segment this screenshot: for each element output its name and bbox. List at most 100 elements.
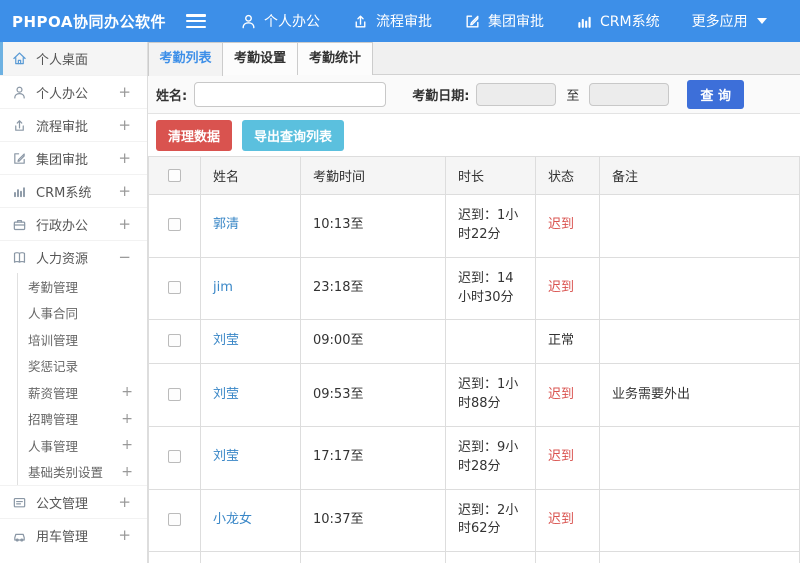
sidebar-subitem[interactable]: 考勤管理 [18, 273, 147, 300]
sidebar-subitem-label: 培训管理 [28, 332, 79, 348]
expand-icon[interactable]: + [118, 182, 137, 200]
table-row: 小龙女 10:37至 迟到：2小时62分 迟到 [148, 488, 800, 553]
column-header: 姓名 [200, 156, 301, 195]
topnav-item[interactable]: CRM系统 [576, 11, 660, 31]
status-badge: 迟到 [535, 194, 600, 258]
sidebar-subitem[interactable]: 奖惩记录 [18, 353, 147, 380]
row-checkbox[interactable] [168, 281, 181, 295]
expand-icon[interactable]: + [121, 437, 137, 453]
sidebar-subitem-label: 基础类别设置 [28, 465, 104, 481]
tab-attendance-list[interactable]: 考勤列表 [148, 42, 223, 76]
query-button[interactable]: 查 询 [687, 79, 744, 109]
duration-line: 迟到：1小时88分 [458, 377, 519, 412]
date-start-input[interactable] [476, 82, 557, 106]
attendance-time-cell: 10:37至 [300, 488, 446, 553]
topnav-item[interactable]: 集团审批 [464, 11, 544, 31]
row-checkbox[interactable] [168, 218, 181, 232]
home-icon [12, 51, 27, 66]
note-cell [599, 194, 800, 258]
sidebar-subitem-label: 奖惩记录 [28, 359, 79, 375]
sidebar-subitem[interactable]: 人事管理 + [18, 432, 147, 459]
briefcase-icon [12, 217, 27, 232]
export-list-button[interactable]: 导出查询列表 [242, 119, 345, 151]
duration-line: 迟到：14小时30分 [458, 270, 514, 305]
sidebar-subitem[interactable]: 人事合同 [18, 300, 147, 327]
caret-down-icon [755, 18, 767, 24]
row-checkbox[interactable] [168, 387, 181, 401]
date-label: 考勤日期: [412, 88, 470, 104]
sidebar-item[interactable]: 流程审批 + [0, 108, 147, 141]
tab-attendance-settings[interactable]: 考勤设置 [223, 42, 298, 75]
expand-icon[interactable]: + [121, 411, 137, 427]
expand-icon[interactable]: + [118, 83, 137, 101]
duration-line: 迟到：9小时28分 [458, 439, 519, 474]
topnav-item-label: 集团审批 [488, 14, 544, 30]
sidebar-subitem[interactable]: 招聘管理 + [18, 406, 147, 433]
note-cell [599, 256, 800, 321]
clear-data-button[interactable]: 清理数据 [156, 119, 233, 151]
sidebar-subitem-label: 招聘管理 [28, 412, 79, 428]
sidebar-item[interactable]: 人力资源 − [0, 240, 147, 273]
sidebar-item[interactable]: CRM系统 + [0, 174, 147, 207]
note-cell: 1111 [599, 551, 800, 563]
duration-cell: 迟到：2小时90分早退：7小时10分 [445, 551, 536, 563]
date-end-input[interactable] [589, 82, 670, 106]
attendance-time-cell: 09:00至 [300, 319, 446, 365]
topnav-item[interactable]: 更多应用 [692, 11, 767, 31]
status-badge: 迟到 [535, 425, 600, 490]
topnav-item[interactable]: 流程审批 [352, 11, 432, 31]
collapse-icon[interactable]: − [118, 248, 137, 266]
expand-icon[interactable]: + [118, 493, 137, 511]
attendance-time-cell: 23:18至 [300, 256, 446, 321]
sidebar-item[interactable]: 行政办公 + [0, 207, 147, 240]
sidebar-subitem[interactable]: 培训管理 [18, 326, 147, 353]
duration-cell: 迟到：9小时28分 [445, 425, 536, 490]
sidebar-item[interactable]: 用车管理 + [0, 518, 147, 551]
name-input[interactable] [194, 81, 387, 107]
edit-icon [12, 151, 27, 166]
status-badge: 迟到 [535, 363, 600, 427]
row-checkbox[interactable] [168, 334, 181, 348]
employee-name-link[interactable]: 刘莹 [213, 449, 239, 464]
topnav-item-label: 流程审批 [376, 14, 432, 30]
attendance-table: 姓名 考勤时间 时长 状态 备注 郭清 10:13至 迟到：1小时22分 迟到 jim 23:18… [148, 156, 800, 563]
attendance-time-cell: 17:17至 [300, 425, 446, 490]
topnav-item-label: CRM系统 [600, 14, 660, 30]
expand-icon[interactable]: + [118, 149, 137, 167]
expand-icon[interactable]: + [118, 116, 137, 134]
employee-name-link[interactable]: 小龙女 [213, 512, 252, 527]
duration-line: 迟到：2小时62分 [458, 502, 519, 537]
sidebar-item[interactable]: 集团审批 + [0, 141, 147, 174]
duration-cell: 迟到：1小时22分 [445, 194, 536, 258]
topnav-item[interactable]: 个人办公 [240, 11, 320, 31]
topnav-item-label: 更多应用 [691, 14, 748, 30]
status-badge: 迟到 [535, 488, 600, 553]
sidebar-item-label: 行政办公 [36, 218, 89, 234]
status-badge: 迟到 [535, 256, 600, 321]
tab-attendance-stats[interactable]: 考勤统计 [298, 42, 373, 75]
tab-bar: 考勤列表 考勤设置 考勤统计 [148, 42, 800, 76]
doc-icon [12, 495, 27, 510]
sidebar-item[interactable]: 个人办公 + [0, 75, 147, 108]
employee-name-link[interactable]: 刘莹 [213, 387, 239, 402]
expand-icon[interactable]: + [121, 464, 137, 480]
sidebar-subitem[interactable]: 薪资管理 + [18, 379, 147, 406]
expand-icon[interactable]: + [118, 215, 137, 233]
row-checkbox[interactable] [168, 513, 181, 527]
note-cell: 业务需要外出 [599, 363, 800, 427]
select-all-checkbox[interactable] [168, 169, 181, 182]
note-cell [599, 488, 800, 553]
menu-toggle-icon[interactable] [186, 14, 206, 28]
table-header-row: 姓名 考勤时间 时长 状态 备注 [148, 156, 800, 195]
car-icon [12, 528, 27, 543]
employee-name-link[interactable]: 刘莹 [213, 333, 239, 348]
attendance-time-cell: 10:54至10:54 [300, 551, 446, 563]
sidebar-item[interactable]: 个人桌面 [0, 42, 147, 75]
sidebar-subitem[interactable]: 基础类别设置 + [18, 459, 147, 486]
expand-icon[interactable]: + [118, 526, 137, 544]
employee-name-link[interactable]: 郭清 [213, 217, 239, 232]
row-checkbox[interactable] [168, 450, 181, 464]
employee-name-link[interactable]: jim [213, 280, 233, 295]
expand-icon[interactable]: + [121, 384, 137, 400]
sidebar-item[interactable]: 公文管理 + [0, 485, 147, 518]
